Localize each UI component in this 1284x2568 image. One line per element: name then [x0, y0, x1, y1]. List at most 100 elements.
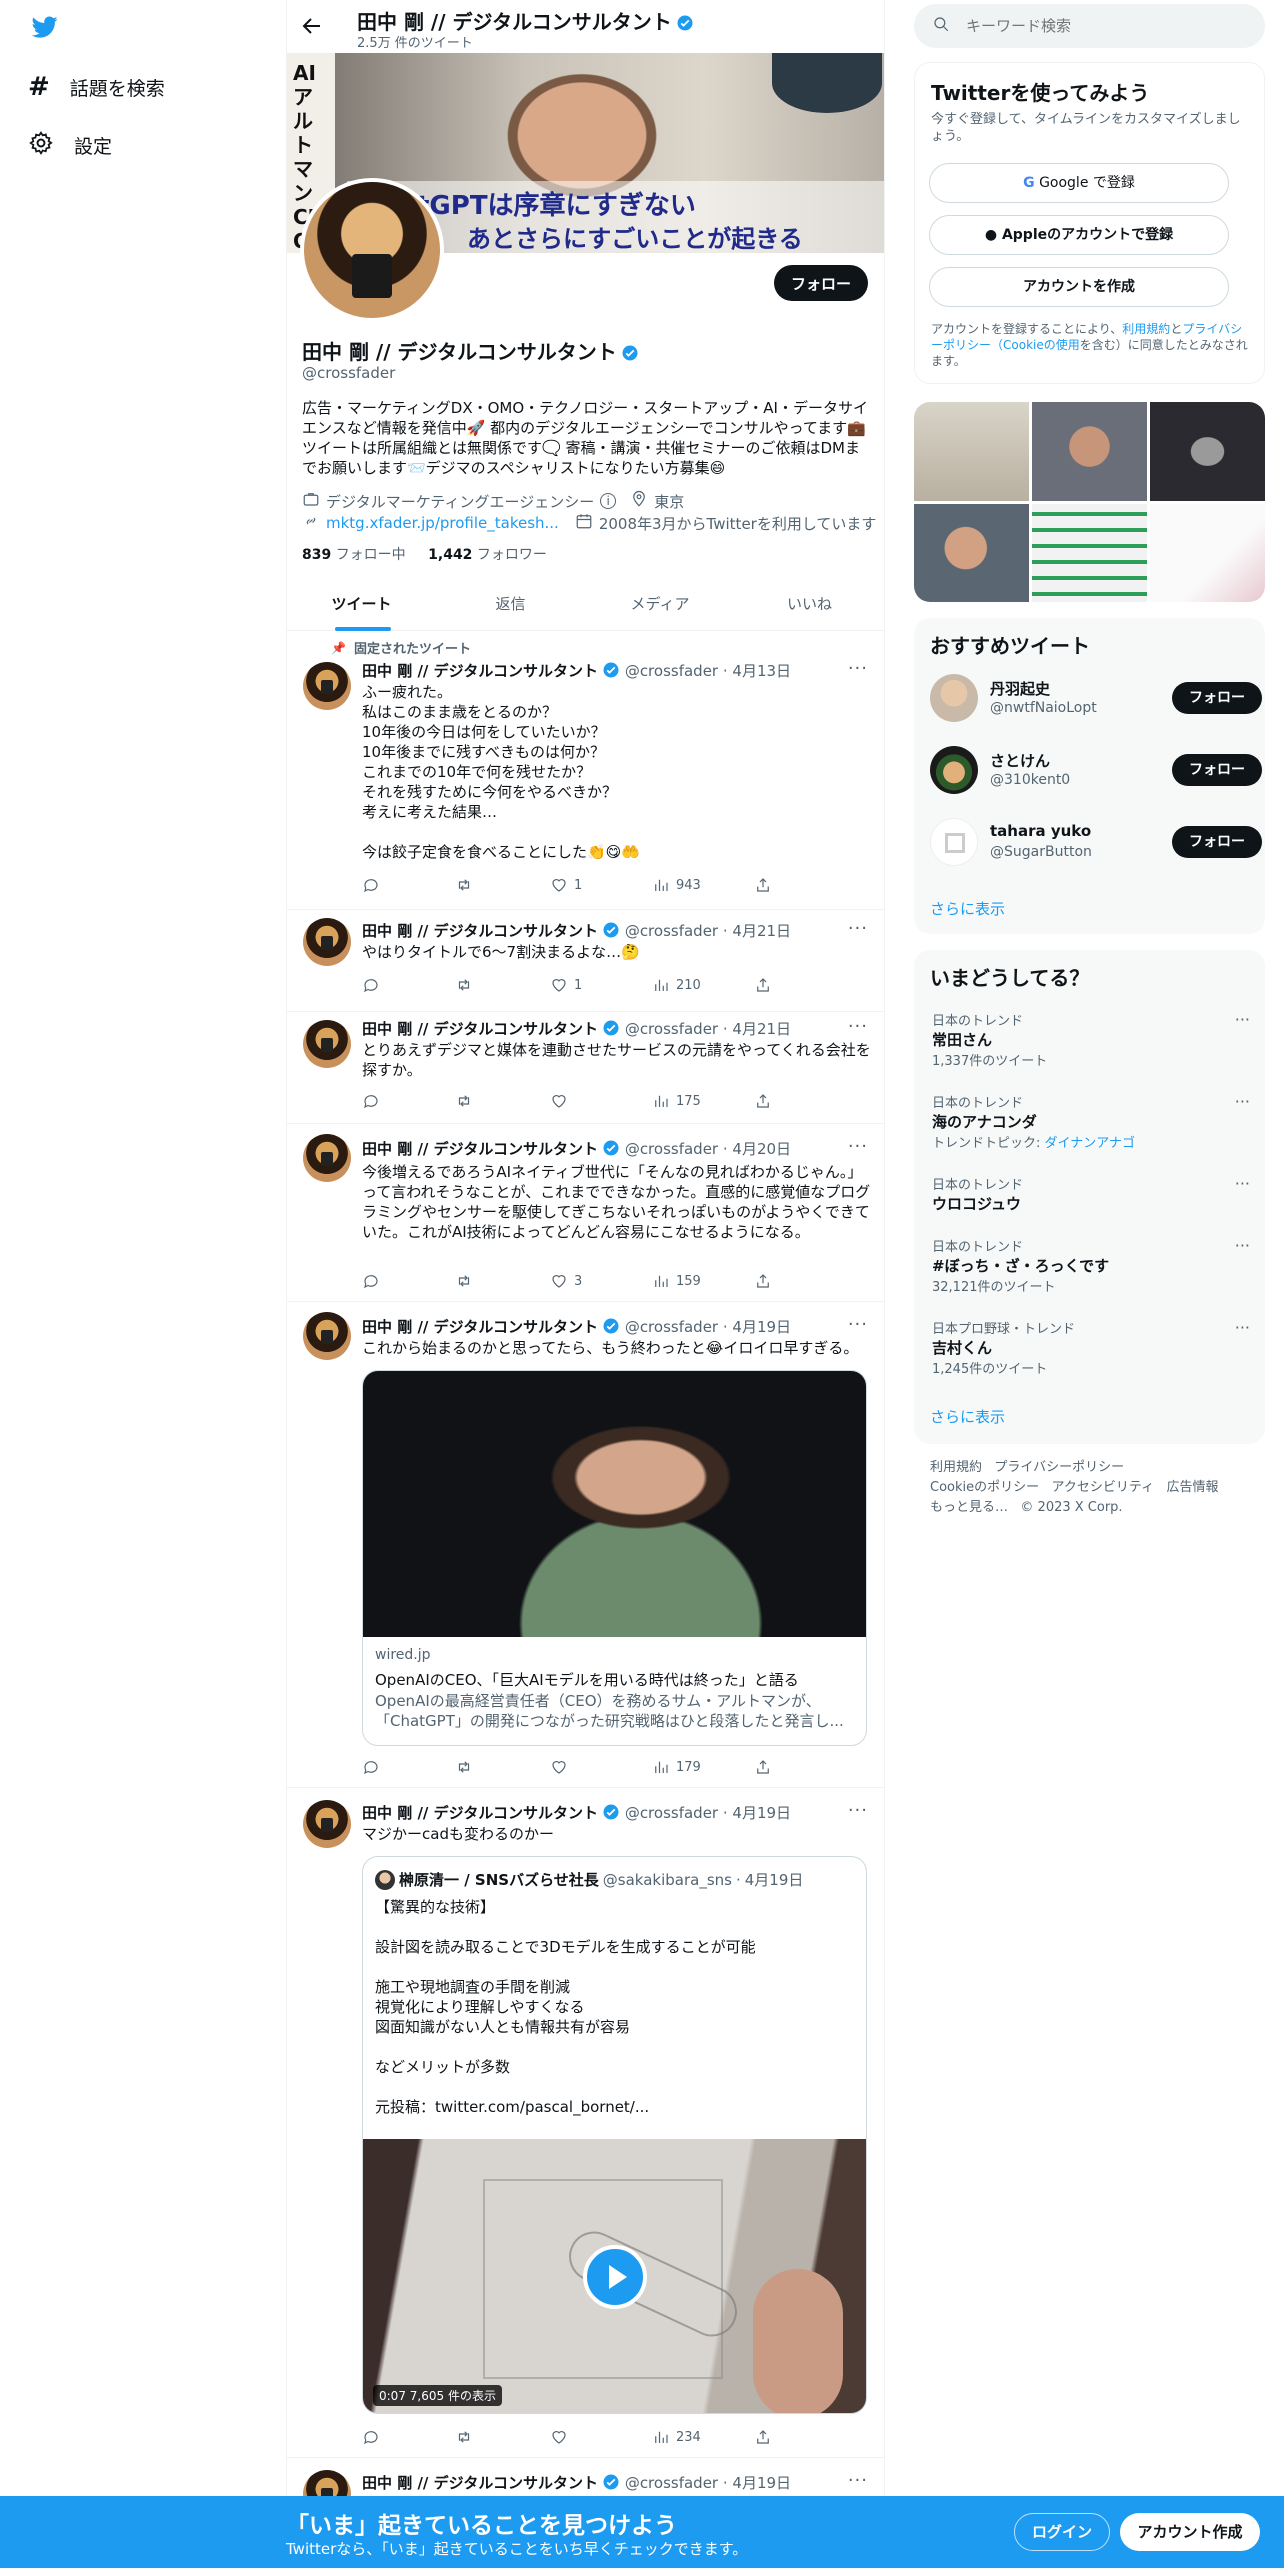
tweet-handle[interactable]: @crossfader — [625, 1318, 718, 1336]
trend-item[interactable]: 日本のトレンド ウロコジュウ ··· — [932, 1174, 1250, 1220]
nav-settings[interactable]: 設定 — [28, 128, 112, 162]
footer-accessibility[interactable]: アクセシビリティ — [1052, 1480, 1155, 1495]
nav-explore[interactable]: # 話題を検索 — [28, 70, 165, 104]
more-icon[interactable]: ··· — [848, 1800, 868, 1821]
create-account-button[interactable]: アカウントを作成 — [929, 267, 1229, 307]
follow-user-button[interactable]: フォロー — [1172, 682, 1262, 714]
views-button[interactable]: 234 — [652, 2428, 701, 2446]
more-icon[interactable]: ··· — [1235, 1010, 1250, 1029]
trends-more-link[interactable]: さらに表示 — [930, 1406, 1005, 1427]
tweet-date[interactable]: 4月20日 — [732, 1140, 791, 1158]
media-thumb[interactable] — [1150, 402, 1265, 501]
reply-icon[interactable] — [362, 1092, 380, 1110]
footer-ads[interactable]: 広告情報 — [1167, 1480, 1219, 1495]
retweet-icon[interactable] — [454, 1758, 474, 1776]
avatar[interactable] — [303, 1312, 351, 1360]
tweet-handle[interactable]: @crossfader — [625, 1804, 718, 1822]
like-button[interactable] — [550, 2428, 574, 2446]
views-button[interactable]: 943 — [652, 876, 701, 894]
views-button[interactable]: 210 — [652, 976, 701, 994]
tweet-date[interactable]: 4月21日 — [732, 922, 791, 940]
reply-icon[interactable] — [362, 1758, 380, 1776]
trend-item[interactable]: 日本のトレンド 常田さん 1,337件のツイート ··· — [932, 1010, 1250, 1074]
share-icon[interactable] — [754, 1092, 772, 1110]
share-icon[interactable] — [754, 1272, 772, 1290]
tweet-handle[interactable]: @crossfader — [625, 662, 718, 680]
retweet-icon[interactable] — [454, 2428, 474, 2446]
tab-media[interactable]: メディア — [585, 578, 735, 631]
tweet-handle[interactable]: @crossfader — [625, 2474, 718, 2492]
follow-user-button[interactable]: フォロー — [1172, 826, 1262, 858]
following-link[interactable]: 839 フォロー中 — [302, 547, 406, 563]
retweet-icon[interactable] — [454, 876, 474, 894]
avatar[interactable] — [303, 918, 351, 966]
avatar[interactable] — [303, 1800, 351, 1848]
tweet-date[interactable]: 4月19日 — [732, 1804, 791, 1822]
more-icon[interactable]: ··· — [848, 2470, 868, 2491]
play-icon[interactable] — [583, 2245, 647, 2309]
more-icon[interactable]: ··· — [848, 1136, 868, 1157]
footer-privacy[interactable]: プライバシーポリシー — [994, 1460, 1124, 1475]
user-name[interactable]: 丹羽起史 — [990, 678, 1050, 699]
more-icon[interactable]: ··· — [848, 1016, 868, 1037]
trend-item[interactable]: 日本のトレンド #ぼっち・ざ・ろっくです 32,121件のツイート ··· — [932, 1236, 1250, 1300]
info-icon[interactable]: i — [600, 493, 617, 509]
avatar[interactable] — [303, 662, 351, 710]
share-icon[interactable] — [754, 976, 772, 994]
recommend-user[interactable]: さとけん @310kent0 フォロー — [930, 746, 1262, 796]
like-button[interactable] — [550, 1758, 574, 1776]
more-icon[interactable]: ··· — [1235, 1318, 1250, 1337]
retweet-icon[interactable] — [454, 1092, 474, 1110]
twitter-logo-icon[interactable] — [30, 14, 60, 40]
trend-topic-link[interactable]: ダイナンアナゴ — [1045, 1136, 1135, 1151]
views-button[interactable]: 175 — [652, 1092, 701, 1110]
share-icon[interactable] — [754, 2428, 772, 2446]
more-icon[interactable]: ··· — [1235, 1092, 1250, 1111]
more-icon[interactable]: ··· — [848, 918, 868, 939]
recommend-user[interactable]: 丹羽起史 @nwtfNaioLopt フォロー — [930, 674, 1262, 724]
terms-link[interactable]: 利用規約 — [1122, 322, 1170, 336]
tweet-author-name[interactable]: 田中 剛 // デジタルコンサルタント — [362, 1318, 598, 1336]
profile-link[interactable]: mktg.xfader.jp/profile_takesh... — [326, 514, 559, 532]
tweet[interactable]: 田中 剛 // デジタルコンサルタント @crossfader · 4月19日 … — [287, 1788, 884, 2458]
retweet-icon[interactable] — [454, 1272, 474, 1290]
media-thumb[interactable] — [1150, 503, 1265, 602]
user-avatar[interactable] — [930, 818, 978, 866]
tweet[interactable]: 田中 剛 // デジタルコンサルタント @crossfader · 4月21日 … — [287, 1012, 884, 1124]
tweet[interactable]: 田中 剛 // デジタルコンサルタント @crossfader · 4月20日 … — [287, 1124, 884, 1302]
footer-cookie[interactable]: Cookieのポリシー — [930, 1480, 1039, 1495]
share-icon[interactable] — [754, 876, 772, 894]
follow-user-button[interactable]: フォロー — [1172, 754, 1262, 786]
media-thumb[interactable] — [1032, 402, 1147, 501]
tweet-handle[interactable]: @crossfader — [625, 922, 718, 940]
views-button[interactable]: 179 — [652, 1758, 701, 1776]
tweet-author-name[interactable]: 田中 剛 // デジタルコンサルタント — [362, 1020, 598, 1038]
avatar[interactable] — [303, 1134, 351, 1182]
signup-button[interactable]: アカウント作成 — [1120, 2513, 1260, 2551]
more-icon[interactable]: ··· — [1235, 1174, 1250, 1193]
media-thumb[interactable] — [914, 503, 1029, 602]
reply-icon[interactable] — [362, 976, 380, 994]
trend-item[interactable]: 日本のトレンド 海のアナコンダ トレンドトピック: ダイナンアナゴ ··· — [932, 1092, 1250, 1156]
back-arrow-icon[interactable] — [300, 14, 324, 38]
views-button[interactable]: 159 — [652, 1272, 701, 1290]
avatar[interactable] — [303, 1020, 351, 1068]
media-thumb[interactable] — [914, 402, 1029, 501]
tweet-date[interactable]: 4月21日 — [732, 1020, 791, 1038]
footer-more[interactable]: もっと見る… — [930, 1500, 1008, 1515]
user-avatar[interactable] — [930, 746, 978, 794]
like-button[interactable] — [550, 1092, 574, 1110]
more-icon[interactable]: ··· — [848, 658, 868, 679]
reply-icon[interactable] — [362, 2428, 380, 2446]
video-player[interactable]: 0:07 7,605 件の表示 — [363, 2139, 866, 2413]
like-button[interactable]: 1 — [550, 976, 582, 994]
like-button[interactable]: 1 — [550, 876, 582, 894]
tweet[interactable]: 田中 剛 // デジタルコンサルタント @crossfader · 4月21日 … — [287, 910, 884, 1012]
search-input[interactable] — [966, 17, 1236, 35]
tab-tweets[interactable]: ツイート — [287, 578, 436, 631]
tweet-author-name[interactable]: 田中 剛 // デジタルコンサルタント — [362, 922, 598, 940]
tab-likes[interactable]: いいね — [735, 578, 884, 631]
recommend-user[interactable]: tahara yuko @SugarButton フォロー — [930, 818, 1262, 868]
profile-avatar[interactable] — [300, 178, 444, 322]
google-signup-button[interactable]: G Google で登録 — [929, 163, 1229, 203]
